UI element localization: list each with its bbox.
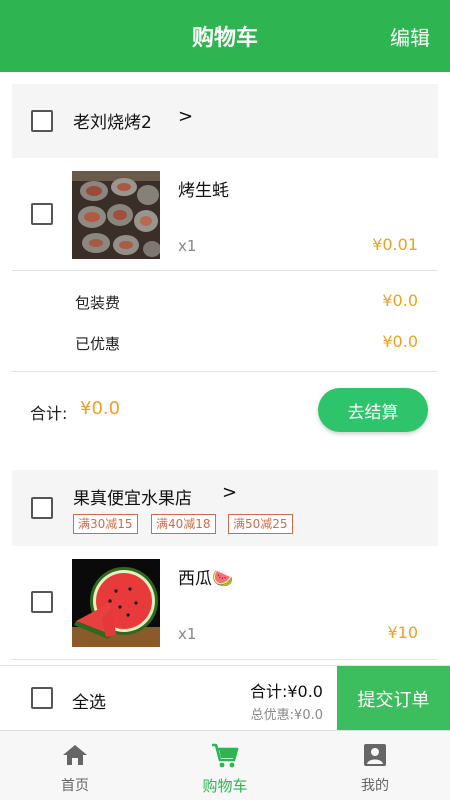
- cart-list[interactable]: 老刘烧烤2 > 烤生蚝 x1 ¥0.01 包装费 ¥0.0 已优惠 ¥0.0 合…: [0, 72, 450, 665]
- divider: [12, 371, 438, 372]
- item-checkbox[interactable]: [31, 591, 53, 613]
- item-image-oysters[interactable]: [72, 171, 160, 259]
- section-spacer: [0, 454, 450, 470]
- shop-name[interactable]: 果真便宜水果店: [73, 484, 192, 509]
- chevron-right-icon[interactable]: >: [222, 482, 237, 503]
- tab-home[interactable]: 首页: [0, 731, 150, 800]
- tab-cart[interactable]: 购物车: [150, 731, 300, 800]
- tab-profile[interactable]: 我的: [300, 731, 450, 800]
- discount-label: 已优惠: [75, 335, 121, 353]
- item-image-watermelon[interactable]: [72, 559, 160, 647]
- promo-tag: 满40减18: [151, 514, 216, 534]
- divider: [12, 270, 438, 271]
- submit-order-button[interactable]: 提交订单: [337, 666, 450, 731]
- divider: [12, 659, 438, 660]
- app-header: 购物车 编辑: [0, 0, 450, 72]
- subtotal-label: 合计:: [30, 404, 68, 423]
- item-checkbox[interactable]: [31, 203, 53, 225]
- packaging-fee-value: ¥0.0: [382, 291, 418, 310]
- tab-bar: 首页 购物车 我的: [0, 730, 450, 800]
- item-quantity: x1: [178, 237, 197, 255]
- cart-summary-bar: 全选 合计:¥0.0 总优惠:¥0.0 提交订单: [0, 665, 450, 731]
- shop-checkbox[interactable]: [31, 497, 53, 519]
- home-icon: [62, 743, 88, 771]
- select-all-label[interactable]: 全选: [72, 688, 106, 713]
- promo-tag: 满30减15: [73, 514, 138, 534]
- item-name[interactable]: 烤生蚝: [178, 176, 229, 201]
- discount-value: ¥0.0: [382, 332, 418, 351]
- shop-checkbox[interactable]: [31, 110, 53, 132]
- item-price: ¥0.01: [372, 235, 418, 254]
- item-price: ¥10: [387, 623, 418, 642]
- packaging-fee-label: 包装费: [75, 294, 121, 312]
- profile-icon: [363, 743, 387, 771]
- page-title: 购物车: [191, 26, 258, 51]
- shop-name[interactable]: 老刘烧烤2: [73, 108, 152, 133]
- subtotal-value: ¥0.0: [80, 398, 121, 419]
- item-name[interactable]: 西瓜🍉: [178, 564, 233, 589]
- tab-label: 我的: [361, 778, 389, 794]
- total-amount: 合计:¥0.0: [249, 682, 323, 701]
- promo-tag: 满50减25: [228, 514, 293, 534]
- cart-icon: [211, 743, 239, 773]
- edit-button[interactable]: 编辑: [390, 22, 430, 51]
- shop-header: 老刘烧烤2 >: [12, 84, 438, 158]
- checkout-button[interactable]: 去结算: [318, 388, 428, 432]
- tab-label: 首页: [61, 778, 89, 794]
- chevron-right-icon[interactable]: >: [178, 106, 193, 127]
- total-discount: 总优惠:¥0.0: [250, 708, 323, 723]
- shop-header: 果真便宜水果店 > 满30减15 满40减18 满50减25: [12, 470, 438, 546]
- item-quantity: x1: [178, 625, 197, 643]
- tab-label: 购物车: [202, 777, 248, 795]
- select-all-checkbox[interactable]: [31, 687, 53, 709]
